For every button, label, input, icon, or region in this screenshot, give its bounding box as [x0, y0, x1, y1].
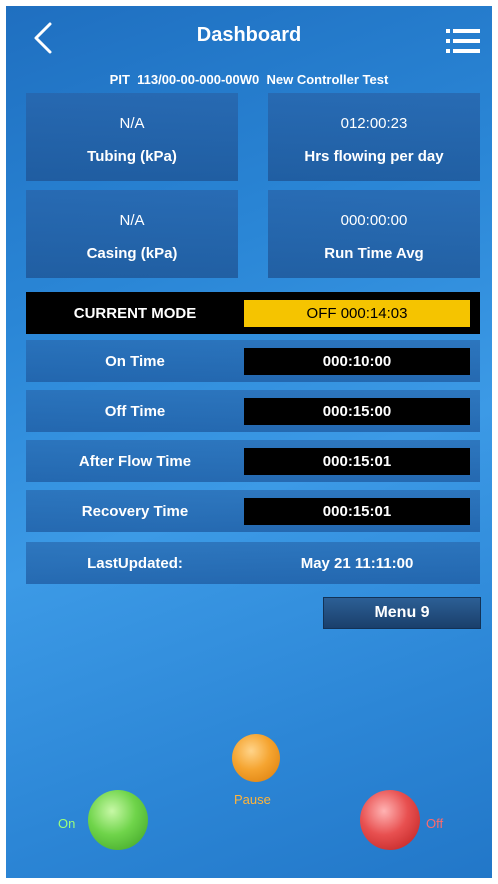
hrs-flowing-value: 012:00:23 — [340, 115, 408, 132]
casing-label: Casing (kPa) — [86, 245, 178, 262]
current-mode-label: CURRENT MODE — [73, 305, 197, 322]
run-time-avg-label: Run Time Avg — [324, 245, 424, 262]
run-time-avg-value: 000:00:00 — [340, 212, 408, 229]
recovery-time-value[interactable]: 000:15:01 — [244, 498, 470, 525]
last-updated-label: LastUpdated: — [87, 555, 183, 572]
off-time-row[interactable]: Off Time 000:15:00 — [26, 390, 480, 432]
off-time-label: Off Time — [104, 403, 166, 420]
tubing-label: Tubing (kPa) — [87, 148, 177, 165]
run-time-avg-tile: 000:00:00 Run Time Avg — [268, 190, 480, 278]
after-flow-time-row[interactable]: After Flow Time 000:15:01 — [26, 440, 480, 482]
header-bar: Dashboard — [6, 6, 492, 68]
menu-9-button[interactable]: Menu 9 — [323, 597, 481, 629]
casing-value: N/A — [119, 212, 145, 229]
off-label: Off — [426, 816, 444, 831]
casing-tile: N/A Casing (kPa) — [26, 190, 238, 278]
recovery-time-label: Recovery Time — [81, 503, 189, 520]
page-title: Dashboard — [196, 24, 302, 46]
hrs-flowing-label: Hrs flowing per day — [304, 148, 444, 165]
recovery-time-row[interactable]: Recovery Time 000:15:01 — [26, 490, 480, 532]
last-updated-row: LastUpdated: May 21 11:11:00 — [26, 542, 480, 584]
last-updated-value: May 21 11:11:00 — [300, 555, 414, 572]
list-menu-icon — [446, 29, 480, 53]
hrs-flowing-tile: 012:00:23 Hrs flowing per day — [268, 93, 480, 181]
on-button[interactable] — [88, 790, 148, 850]
current-mode-value: OFF 000:14:03 — [244, 300, 470, 327]
current-mode-row: CURRENT MODE OFF 000:14:03 — [26, 292, 480, 334]
on-time-label: On Time — [105, 353, 165, 370]
on-label: On — [58, 816, 76, 831]
off-time-value[interactable]: 000:15:00 — [244, 398, 470, 425]
menu-button[interactable] — [446, 28, 480, 54]
well-identifier: PIT 113/00-00-000-00W0 New Controller Te… — [109, 72, 389, 87]
tubing-tile: N/A Tubing (kPa) — [26, 93, 238, 181]
pause-label: Pause — [234, 792, 271, 807]
pause-button[interactable] — [232, 734, 280, 782]
after-flow-time-value[interactable]: 000:15:01 — [244, 448, 470, 475]
off-button[interactable] — [360, 790, 420, 850]
tubing-value: N/A — [119, 115, 145, 132]
on-time-value[interactable]: 000:10:00 — [244, 348, 470, 375]
app-screen: Dashboard PIT 113/00-00-000-00W0 New Con… — [6, 6, 492, 878]
on-time-row[interactable]: On Time 000:10:00 — [26, 340, 480, 382]
after-flow-time-label: After Flow Time — [78, 453, 192, 470]
